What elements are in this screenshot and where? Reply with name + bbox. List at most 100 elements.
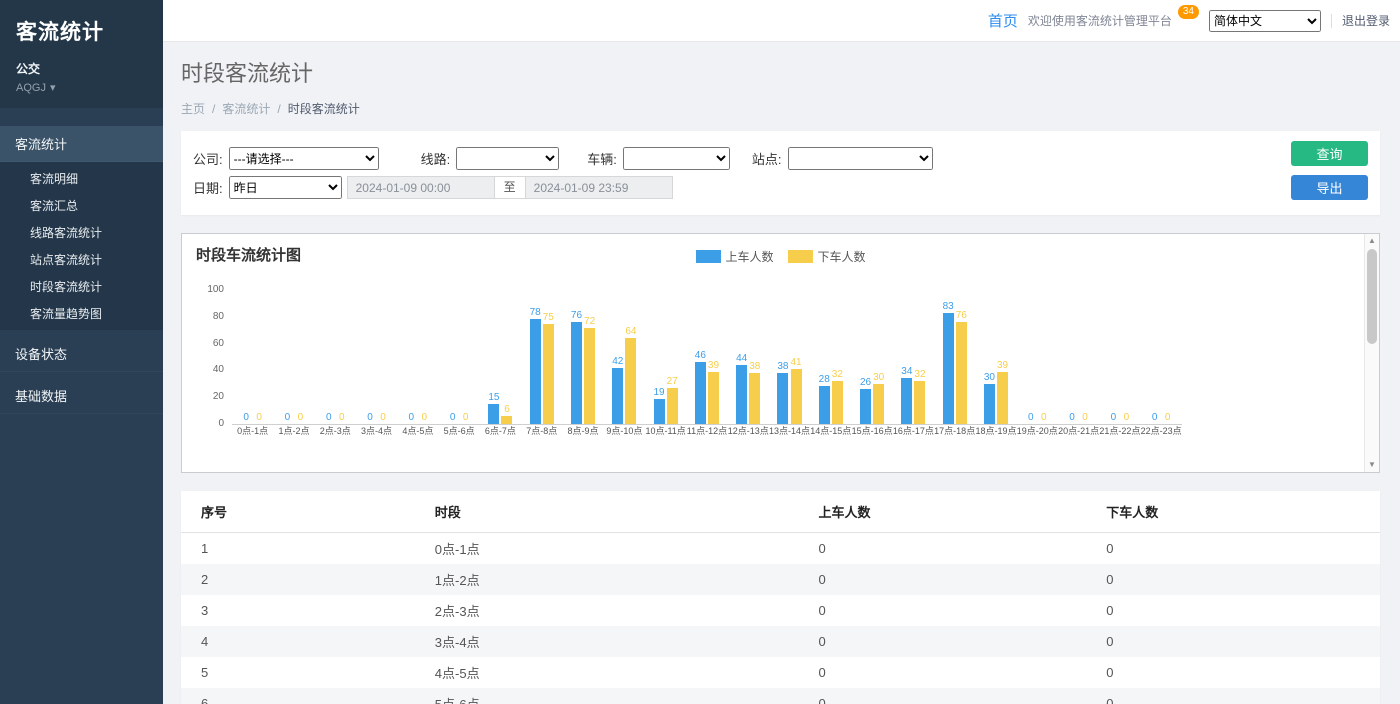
table-header-row: 序号时段上车人数下车人数 — [181, 491, 1380, 533]
table-cell: 5 — [181, 657, 415, 688]
breadcrumb-separator: / — [212, 102, 215, 116]
date-end-input[interactable] — [525, 176, 673, 199]
bar-value-label: 0 — [1165, 411, 1171, 424]
filter-row-selects: 公司: ---请选择--- 线路: 车辆: 站点: — [193, 147, 1368, 170]
bar-value-label: 19 — [653, 386, 664, 399]
table-cell: 0 — [1086, 595, 1380, 626]
date-preset-select[interactable]: 昨日 — [229, 176, 342, 199]
scroll-down-icon[interactable]: ▼ — [1365, 458, 1379, 472]
bar — [777, 373, 788, 424]
plot-area: 000点-1点001点-2点002点-3点003点-4点004点-5点005点-… — [232, 276, 1349, 440]
x-tick-label: 10点-11点 — [645, 424, 685, 440]
topbar: 首页 欢迎使用客流统计管理平台 34 简体中文 退出登录 — [163, 0, 1400, 42]
date-start-input[interactable] — [347, 176, 495, 199]
table-cell: 4点-5点 — [415, 657, 799, 688]
x-tick-label: 9点-10点 — [606, 424, 642, 440]
x-tick-label: 20点-21点 — [1058, 424, 1099, 440]
x-tick-label: 15点-16点 — [852, 424, 893, 440]
sidebar-item-passenger-stats[interactable]: 客流统计 — [0, 126, 163, 162]
bar-group: 263015点-16点 — [851, 276, 892, 440]
x-tick-label: 0点-1点 — [237, 424, 268, 440]
sidebar: 客流统计 公交 AQGJ ▾ 客流统计 客流明细 客流汇总 线路客流统计 站点客… — [0, 0, 163, 704]
table-cell: 3点-4点 — [415, 626, 799, 657]
company-select[interactable]: ---请选择--- — [229, 147, 379, 170]
sidebar-item-device-status[interactable]: 设备状态 — [0, 336, 163, 372]
legend-swatch — [695, 250, 720, 263]
x-tick-label: 3点-4点 — [361, 424, 392, 440]
bar-group: 0022点-23点 — [1141, 276, 1182, 440]
org-code-label: AQGJ — [16, 82, 46, 94]
legend-item[interactable]: 上车人数 — [695, 248, 773, 265]
content: 公司: ---请选择--- 线路: 车辆: 站点: 日期: — [163, 131, 1400, 704]
sidebar-item-passenger-detail[interactable]: 客流明细 — [0, 165, 163, 192]
x-tick-label: 7点-8点 — [526, 424, 557, 440]
chart-panel: 时段车流统计图 上车人数下车人数 020406080100 000点-1点001… — [181, 233, 1380, 473]
bar-value-label: 76 — [956, 309, 967, 322]
vehicle-select[interactable] — [623, 147, 730, 170]
chart-scrollbar[interactable]: ▲ ▼ — [1364, 234, 1379, 472]
bar — [736, 365, 747, 424]
query-button[interactable]: 查询 — [1291, 141, 1368, 166]
breadcrumb-passenger-stats[interactable]: 客流统计 — [222, 100, 270, 117]
home-link[interactable]: 首页 — [988, 10, 1018, 31]
table-header-cell: 序号 — [181, 491, 415, 533]
org-selector[interactable]: AQGJ ▾ — [16, 81, 147, 94]
table-cell: 2 — [181, 564, 415, 595]
bar-group: 192710点-11点 — [645, 276, 686, 440]
scroll-up-icon[interactable]: ▲ — [1365, 234, 1379, 248]
bar-group: 463911点-12点 — [686, 276, 727, 440]
bar — [860, 389, 871, 424]
bar-group: 837617点-18点 — [934, 276, 975, 440]
topbar-divider — [1331, 14, 1332, 28]
legend-item[interactable]: 下车人数 — [788, 248, 866, 265]
bar-group: 384113点-14点 — [769, 276, 810, 440]
bar-group: 005点-6点 — [438, 276, 479, 440]
x-tick-label: 14点-15点 — [810, 424, 851, 440]
bar-value-label: 0 — [1082, 411, 1088, 424]
bar — [997, 372, 1008, 424]
bar-value-label: 0 — [409, 411, 415, 424]
sidebar-item-station-stats[interactable]: 站点客流统计 — [0, 246, 163, 273]
bar-value-label: 39 — [997, 359, 1008, 372]
table-cell: 0 — [1086, 657, 1380, 688]
y-tick-label: 60 — [213, 338, 224, 350]
bar-group: 303918点-19点 — [975, 276, 1016, 440]
export-button[interactable]: 导出 — [1291, 175, 1368, 200]
bar-value-label: 39 — [708, 359, 719, 372]
bar-value-label: 42 — [612, 355, 623, 368]
logout-link[interactable]: 退出登录 — [1342, 12, 1390, 29]
app-logo: 客流统计 — [16, 16, 147, 46]
chart-legend: 上车人数下车人数 — [695, 248, 865, 265]
table-cell: 2点-3点 — [415, 595, 799, 626]
table-cell: 0 — [798, 533, 1086, 565]
table-header-cell: 下车人数 — [1086, 491, 1380, 533]
notification-badge[interactable]: 34 — [1178, 5, 1199, 19]
station-select[interactable] — [788, 147, 933, 170]
bar-value-label: 30 — [984, 371, 995, 384]
scrollbar-thumb[interactable] — [1367, 249, 1377, 344]
breadcrumb-home[interactable]: 主页 — [181, 100, 205, 117]
bar-value-label: 0 — [243, 411, 249, 424]
bar-group: 001点-2点 — [273, 276, 314, 440]
bar-value-label: 0 — [422, 411, 428, 424]
welcome-text: 欢迎使用客流统计管理平台 — [1028, 12, 1172, 29]
x-tick-label: 1点-2点 — [278, 424, 309, 440]
table-cell: 0 — [1086, 688, 1380, 704]
y-tick-label: 80 — [213, 311, 224, 323]
bar-group: 443812点-13点 — [728, 276, 769, 440]
language-select[interactable]: 简体中文 — [1209, 10, 1321, 32]
sidebar-item-base-data[interactable]: 基础数据 — [0, 378, 163, 414]
period-stats-table: 序号时段上车人数下车人数 10点-1点0021点-2点0032点-3点0043点… — [181, 491, 1380, 704]
bar — [530, 319, 541, 424]
sidebar-item-trend-chart[interactable]: 客流量趋势图 — [0, 300, 163, 327]
y-tick-label: 20 — [213, 391, 224, 403]
bar — [873, 384, 884, 424]
sidebar-item-period-stats[interactable]: 时段客流统计 — [0, 273, 163, 300]
bar-value-label: 0 — [450, 411, 456, 424]
table-cell: 0 — [1086, 533, 1380, 565]
sidebar-item-line-stats[interactable]: 线路客流统计 — [0, 219, 163, 246]
sidebar-item-passenger-summary[interactable]: 客流汇总 — [0, 192, 163, 219]
table-cell: 0 — [798, 626, 1086, 657]
bar — [943, 313, 954, 424]
line-select[interactable] — [456, 147, 559, 170]
